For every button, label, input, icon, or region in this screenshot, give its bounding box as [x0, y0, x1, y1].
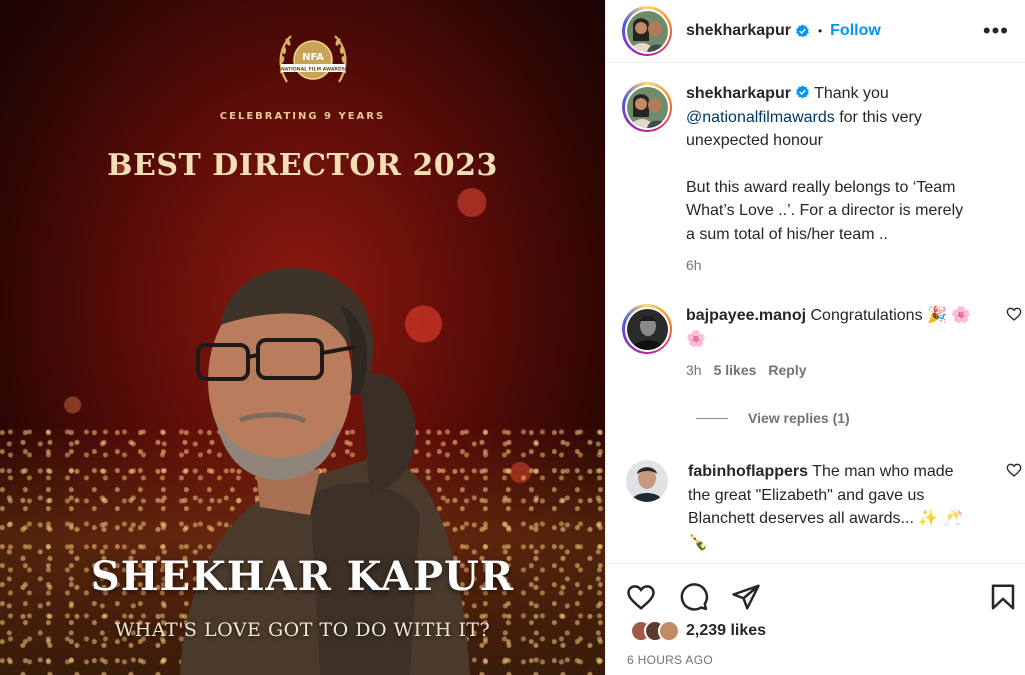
post-header: shekharkapur • Follow •••: [606, 0, 1025, 63]
commenter-avatar[interactable]: [626, 460, 668, 502]
comment-meta: 3h 5 likes Reply: [686, 359, 976, 383]
comment-body: fabinhoflappers The man who made the gre…: [688, 460, 978, 554]
view-replies-label: View replies (1): [748, 410, 850, 426]
caption-paragraph-2: But this award really belongs to ‘Team W…: [686, 178, 964, 243]
post-caption: shekharkapur Thank you @nationalfilmawar…: [606, 82, 1025, 278]
caption-time[interactable]: 6h: [686, 254, 702, 278]
film-name: WHAT'S LOVE GOT TO DO WITH IT?: [114, 619, 491, 641]
caption-text-start: Thank you: [809, 85, 889, 102]
verified-badge-icon: [796, 23, 809, 37]
comment-item: fabinhoflappers The man who made the gre…: [606, 460, 1025, 554]
caption-mention-link[interactable]: @nationalfilmawards: [686, 109, 835, 126]
author-avatar-photo: [626, 10, 668, 52]
likes-count[interactable]: 2,239 likes: [686, 622, 766, 640]
comment-likes[interactable]: 5 likes: [714, 359, 757, 383]
comments-list: shekharkapur Thank you @nationalfilmawar…: [606, 64, 1025, 563]
caption-meta: 6h: [686, 254, 976, 278]
commenter-avatar[interactable]: [622, 304, 672, 354]
caption-text: shekharkapur Thank you @nationalfilmawar…: [686, 82, 976, 278]
paper-plane-icon[interactable]: [731, 582, 761, 612]
post-side-panel: shekharkapur • Follow ••• shekharkapur T…: [605, 0, 1025, 675]
liker-avatar: [658, 620, 680, 642]
caption-avatar-photo: [626, 86, 668, 128]
comment-item: bajpayee.manoj Congratulations 🎉 🌸🌸 3h 5…: [606, 304, 1025, 383]
view-replies-button[interactable]: View replies (1): [696, 410, 850, 426]
comment-like-heart-icon[interactable]: [1006, 462, 1022, 478]
director-portrait: [180, 267, 470, 675]
bookmark-icon[interactable]: [988, 582, 1018, 612]
commenter-avatar-photo: [626, 308, 668, 350]
comment-like-heart-icon[interactable]: [1006, 306, 1022, 322]
comment-username[interactable]: bajpayee.manoj: [686, 307, 806, 324]
caption-username[interactable]: shekharkapur: [686, 85, 791, 102]
author-avatar[interactable]: [622, 6, 672, 56]
commenter-avatar-photo: [626, 460, 668, 502]
award-logo-text: NFA: [302, 52, 324, 63]
comment-username[interactable]: fabinhoflappers: [688, 463, 808, 480]
caption-verified-badge-icon: [796, 85, 809, 99]
header-username[interactable]: shekharkapur: [686, 22, 791, 40]
celebrating-years-text: CELEBRATING 9 YEARS: [219, 111, 386, 122]
award-laurel-logo: NFA NATIONAL FILM AWARDS: [279, 35, 347, 83]
comment-icon[interactable]: [679, 582, 709, 612]
more-options-icon[interactable]: •••: [983, 20, 1009, 42]
reply-button[interactable]: Reply: [768, 359, 806, 383]
award-title: BEST DIRECTOR 2023: [107, 148, 498, 183]
view-replies-line: [696, 417, 728, 419]
heart-icon[interactable]: [626, 582, 656, 612]
winner-name: SHEKHAR KAPUR: [90, 553, 515, 600]
award-logo-subtext: NATIONAL FILM AWARDS: [281, 67, 345, 73]
header-separator: •: [817, 24, 823, 38]
comment-time[interactable]: 3h: [686, 359, 702, 383]
likes-summary[interactable]: 2,239 likes: [630, 620, 766, 642]
caption-author-avatar[interactable]: [622, 82, 672, 132]
post-image[interactable]: NFA NATIONAL FILM AWARDS CELEBRATING 9 Y…: [0, 0, 605, 675]
post-timestamp[interactable]: 6 HOURS AGO: [627, 653, 713, 667]
comment-body: bajpayee.manoj Congratulations 🎉 🌸🌸 3h 5…: [686, 304, 976, 383]
follow-button[interactable]: Follow: [830, 22, 881, 40]
